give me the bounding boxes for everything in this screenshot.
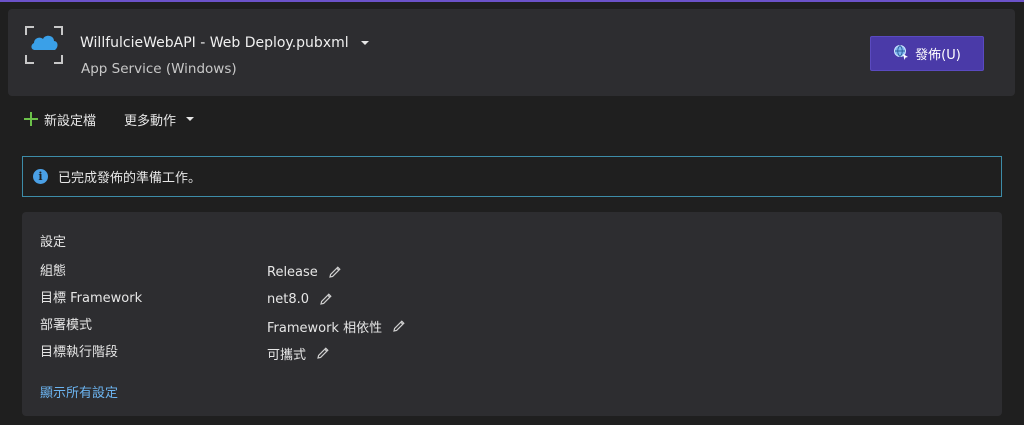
settings-row: 目標 Framework net8.0 (40, 289, 540, 316)
profile-toolbar: 新設定檔 更多動作 (24, 108, 195, 130)
settings-key: 組態 (40, 264, 67, 279)
show-all-settings-link[interactable]: 顯示所有設定 (40, 382, 118, 401)
new-profile-button[interactable]: 新設定檔 (24, 110, 96, 129)
settings-value: Release (267, 264, 318, 280)
settings-value: Framework 相依性 (267, 320, 383, 336)
settings-key: 目標 Framework (40, 291, 143, 306)
publish-globe-icon (893, 44, 909, 64)
settings-value: net8.0 (267, 291, 310, 307)
publish-button-label: 發佈(U) (915, 48, 961, 63)
settings-row: 部署模式 Framework 相依性 (40, 316, 540, 343)
settings-row: 組態 Release (40, 262, 540, 289)
profile-name: WillfulcieWebAPI - Web Deploy.pubxml (80, 35, 349, 51)
pencil-icon[interactable] (319, 292, 333, 306)
profile-selector[interactable]: WillfulcieWebAPI - Web Deploy.pubxml (80, 35, 369, 51)
cloud-app-service-icon (24, 25, 64, 65)
chevron-down-icon (360, 41, 369, 45)
new-profile-label: 新設定檔 (44, 113, 97, 129)
settings-table: 組態 Release 目標 Framework net8.0 部署模式 Fram… (40, 262, 540, 370)
pencil-icon[interactable] (328, 265, 342, 279)
pencil-icon[interactable] (392, 319, 406, 333)
window-top-accent (0, 0, 1024, 2)
settings-key: 部署模式 (40, 318, 93, 333)
publish-profile-header: WillfulcieWebAPI - Web Deploy.pubxml App… (8, 9, 1015, 96)
info-bar: i 已完成發佈的準備工作。 (22, 156, 1002, 197)
profile-target-type: App Service (Windows) (81, 61, 237, 77)
settings-title: 設定 (40, 235, 67, 250)
info-icon: i (33, 169, 48, 184)
settings-panel: 設定 組態 Release 目標 Framework net8.0 部署模式 F… (22, 212, 1002, 416)
plus-icon (24, 112, 38, 126)
pencil-icon[interactable] (316, 346, 330, 360)
settings-key: 目標執行階段 (40, 345, 119, 360)
publish-button[interactable]: 發佈(U) (870, 36, 984, 71)
settings-value: 可攜式 (267, 347, 307, 363)
info-message: 已完成發佈的準備工作。 (58, 171, 202, 186)
more-actions-dropdown[interactable]: 更多動作 (124, 110, 195, 129)
settings-row: 目標執行階段 可攜式 (40, 343, 540, 370)
chevron-down-icon (186, 117, 195, 121)
more-actions-label: 更多動作 (124, 113, 177, 129)
